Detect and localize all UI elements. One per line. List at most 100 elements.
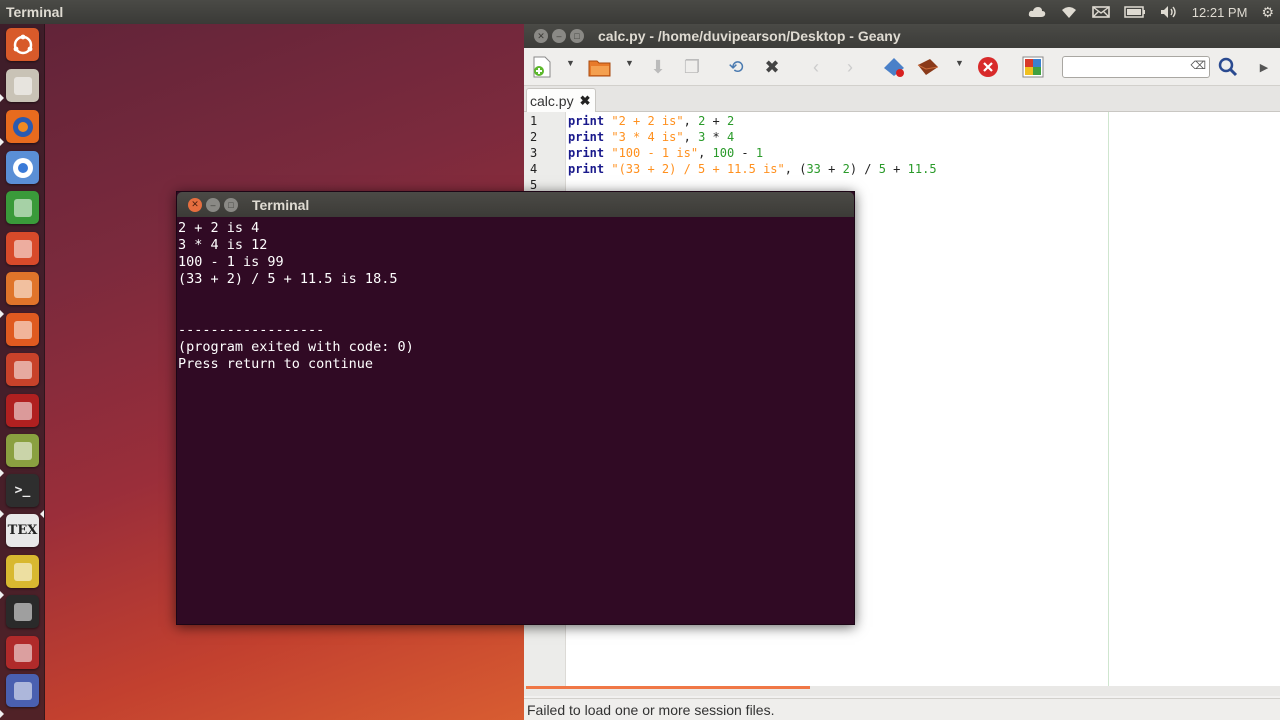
search-icon[interactable] xyxy=(1216,56,1240,78)
document-tabs: calc.py ✖ xyxy=(524,86,1280,113)
geany-titlebar[interactable]: ✕ – □ calc.py - /home/duvipearson/Deskto… xyxy=(524,24,1280,48)
launcher-scribus-icon[interactable] xyxy=(6,636,39,669)
code-keyword: print xyxy=(568,146,605,160)
line-number: 1 xyxy=(530,114,538,128)
code-string: "2 + 2 is" xyxy=(611,114,684,128)
terminal-line: (program exited with code: 0) xyxy=(178,339,414,355)
search-input[interactable]: ⌫ xyxy=(1062,56,1210,78)
terminal-line: 2 + 2 is 4 xyxy=(178,220,260,236)
terminal-output[interactable]: 2 + 2 is 43 * 4 is 12 100 - 1 is 99 (33 + … xyxy=(177,217,854,376)
clock[interactable]: 12:21 PM xyxy=(1192,0,1248,24)
volume-icon[interactable] xyxy=(1160,0,1178,24)
back-icon[interactable]: ‹ xyxy=(804,56,828,78)
wifi-icon[interactable] xyxy=(1060,0,1078,24)
new-file-icon[interactable] xyxy=(530,56,554,78)
launcher-archive-manager-icon[interactable] xyxy=(6,434,39,467)
build-dropdown[interactable]: ▼ xyxy=(955,58,964,68)
terminal-line: ------------------ xyxy=(178,322,325,338)
launcher-ubuntu-one-icon[interactable] xyxy=(6,313,39,346)
line-number: 2 xyxy=(530,130,538,144)
launcher-dash-home-icon[interactable] xyxy=(6,28,39,61)
terminal-line: (33 + 2) / 5 + 11.5 is 18.5 xyxy=(178,271,398,287)
save-all-icon[interactable]: ❐ xyxy=(680,56,704,78)
launcher-ubuntu-software-center-icon[interactable] xyxy=(6,272,39,305)
code-line[interactable]: print "2 + 2 is", 2 + 2 xyxy=(568,114,734,128)
close-tab-icon[interactable]: ✖ xyxy=(580,93,591,109)
code-expression: , 3 * 4 xyxy=(683,130,735,144)
mail-icon[interactable] xyxy=(1091,0,1110,24)
horizontal-scrollbar[interactable] xyxy=(524,686,1280,696)
launcher-system-monitor-icon[interactable] xyxy=(6,595,39,628)
compile-icon[interactable] xyxy=(882,56,906,78)
launcher-files-icon[interactable] xyxy=(6,69,39,102)
close-file-icon[interactable]: ✖ xyxy=(760,56,784,78)
code-line[interactable]: print "(33 + 2) / 5 + 11.5 is", (33 + 2)… xyxy=(568,162,937,176)
launcher-libreoffice-impress-icon[interactable] xyxy=(6,232,39,265)
close-button[interactable]: ✕ xyxy=(534,29,548,43)
launcher-chromium-icon[interactable] xyxy=(6,151,39,184)
battery-icon[interactable] xyxy=(1124,0,1146,24)
line-number: 5 xyxy=(530,178,538,192)
minimize-button[interactable]: – xyxy=(552,29,566,43)
code-string: "100 - 1 is" xyxy=(611,146,699,160)
terminal-maximize-button[interactable]: □ xyxy=(224,197,238,212)
launcher-terminal-icon[interactable]: >_ xyxy=(6,474,39,507)
running-indicator xyxy=(0,94,4,102)
open-file-dropdown[interactable]: ▼ xyxy=(625,58,634,68)
long-line-marker xyxy=(1108,112,1109,686)
launcher-libreoffice-calc-icon[interactable] xyxy=(6,191,39,224)
launcher-system-settings-icon[interactable] xyxy=(6,353,39,386)
code-keyword: print xyxy=(568,114,605,128)
launcher-cherrytree-icon[interactable] xyxy=(6,394,39,427)
running-indicator xyxy=(0,510,4,518)
tab-calc-py[interactable]: calc.py ✖ xyxy=(526,88,596,113)
running-indicator xyxy=(0,591,4,599)
launcher: >_ TEX xyxy=(0,24,45,720)
texmaker-label: TEX xyxy=(7,523,38,538)
top-panel: Terminal 12:21 PM ⚙ xyxy=(0,0,1280,24)
code-string: "3 * 4 is" xyxy=(611,130,684,144)
status-message: Failed to load one or more session files… xyxy=(527,701,775,718)
code-line[interactable]: print "3 * 4 is", 3 * 4 xyxy=(568,130,734,144)
code-line[interactable]: print "100 - 1 is", 100 - 1 xyxy=(568,146,763,160)
clear-search-icon[interactable]: ⌫ xyxy=(1190,59,1206,72)
save-icon[interactable]: ⬇ xyxy=(646,56,670,78)
new-file-dropdown[interactable]: ▼ xyxy=(566,58,575,68)
geany-window-title: calc.py - /home/duvipearson/Desktop - Ge… xyxy=(598,28,901,44)
code-expression: , 2 + 2 xyxy=(683,114,735,128)
color-chooser-icon[interactable] xyxy=(1021,56,1045,78)
active-app-title: Terminal xyxy=(6,4,64,20)
reload-icon[interactable]: ⟲ xyxy=(724,56,748,78)
terminal-line: Press return to continue xyxy=(178,356,374,372)
open-file-icon[interactable] xyxy=(588,56,612,78)
launcher-firefox-icon[interactable] xyxy=(6,110,39,143)
status-bar: Failed to load one or more session files… xyxy=(524,698,1280,720)
forward-icon[interactable]: › xyxy=(838,56,862,78)
toolbar-overflow-icon[interactable]: ▶ xyxy=(1252,56,1276,78)
terminal-window[interactable]: ✕ – □ Terminal 2 + 2 is 43 * 4 is 12 100 … xyxy=(176,191,855,625)
running-indicator xyxy=(0,138,4,146)
code-string: "(33 + 2) / 5 + 11.5 is" xyxy=(611,162,785,176)
maximize-button[interactable]: □ xyxy=(570,29,584,43)
launcher-geany-icon[interactable] xyxy=(6,555,39,588)
code-keyword: print xyxy=(568,130,605,144)
line-number: 3 xyxy=(530,146,538,160)
terminal-titlebar[interactable]: ✕ – □ Terminal xyxy=(177,192,854,217)
indicator-area: 12:21 PM ⚙ xyxy=(1028,0,1274,24)
gear-icon[interactable]: ⚙ xyxy=(1261,0,1274,24)
code-expression: , (33 + 2) / 5 + 11.5 xyxy=(784,162,937,176)
running-indicator xyxy=(0,710,4,718)
launcher-trash-icon[interactable] xyxy=(6,674,39,707)
scrollbar-thumb[interactable] xyxy=(526,686,810,689)
terminal-close-button[interactable]: ✕ xyxy=(188,197,202,212)
code-keyword: print xyxy=(568,162,605,176)
stop-icon[interactable] xyxy=(976,56,1000,78)
running-indicator xyxy=(0,310,4,318)
terminal-title: Terminal xyxy=(252,196,310,213)
cloud-icon[interactable] xyxy=(1028,0,1046,24)
code-expression: , 100 - 1 xyxy=(698,146,764,160)
launcher-texmaker-icon[interactable]: TEX xyxy=(6,514,39,547)
terminal-minimize-button[interactable]: – xyxy=(206,197,220,212)
build-icon[interactable] xyxy=(916,56,940,78)
